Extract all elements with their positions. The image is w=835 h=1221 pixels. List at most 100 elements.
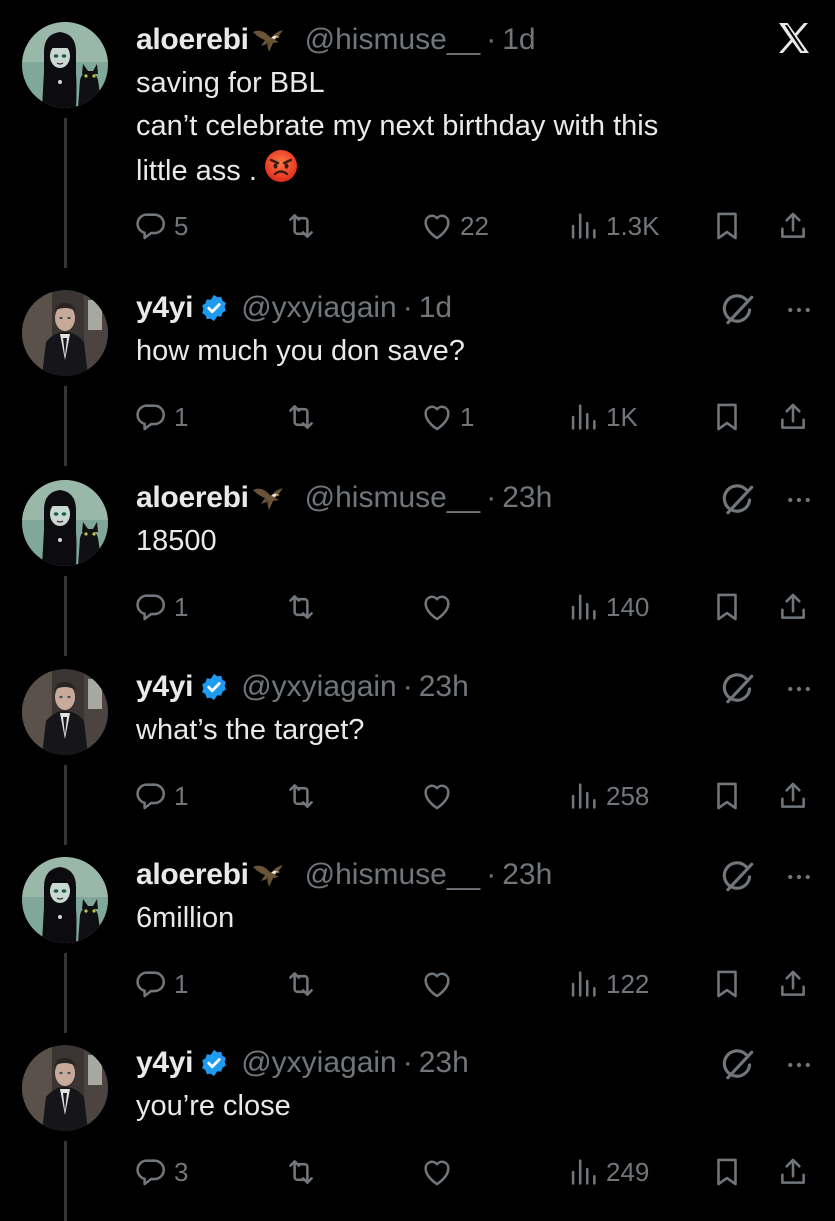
tweet-text-line: can’t celebrate my next birthday with th…: [136, 105, 776, 148]
reply-button[interactable]: 5: [134, 204, 188, 248]
display-name[interactable]: aloerebi: [136, 481, 249, 515]
more-icon[interactable]: [784, 485, 814, 515]
share-button[interactable]: [776, 395, 810, 439]
tweet-text: what’s the target?: [136, 709, 776, 752]
tweet-text-line: little ass .: [136, 148, 776, 197]
views-button[interactable]: 258: [566, 774, 649, 818]
more-icon[interactable]: [784, 862, 814, 892]
reply-count: 1: [174, 780, 189, 811]
tweet[interactable]: aloerebi @hismuse__ · 1dsaving for BBL can’…: [0, 0, 835, 268]
avatar[interactable]: [22, 290, 108, 376]
more-icon[interactable]: [784, 1050, 814, 1080]
tweet-text-content: 6million: [136, 902, 235, 934]
retweet-button[interactable]: [284, 1150, 324, 1194]
grok-icon[interactable]: [720, 858, 758, 896]
tweet-corner-actions: [720, 669, 814, 709]
views-count: 1.3K: [606, 210, 660, 241]
views-button[interactable]: 1.3K: [566, 204, 660, 248]
timestamp[interactable]: 23h: [419, 1046, 469, 1080]
share-button[interactable]: [776, 1150, 810, 1194]
views-button[interactable]: 249: [566, 1150, 649, 1194]
display-name[interactable]: y4yi: [136, 670, 194, 704]
bookmark-button[interactable]: [710, 395, 744, 439]
timestamp[interactable]: 23h: [419, 670, 469, 704]
share-button[interactable]: [776, 962, 810, 1006]
bookmark-button[interactable]: [710, 774, 744, 818]
like-button[interactable]: [420, 585, 460, 629]
tweet[interactable]: aloerebi @hismuse__ · 23h 6million 1 122: [0, 835, 835, 1033]
tweet-header: aloerebi @hismuse__ · 1d: [136, 20, 536, 60]
display-name[interactable]: aloerebi: [136, 23, 249, 57]
grok-icon[interactable]: [720, 291, 758, 329]
like-button[interactable]: 22: [420, 204, 489, 248]
retweet-icon: [284, 400, 318, 434]
grok-icon[interactable]: [720, 670, 758, 708]
share-button[interactable]: [776, 774, 810, 818]
handle[interactable]: @hismuse__: [305, 23, 481, 57]
grok-icon[interactable]: [720, 1046, 758, 1084]
tweet-text-line: 18500: [136, 520, 776, 563]
avatar[interactable]: [22, 22, 108, 108]
retweet-button[interactable]: [284, 774, 324, 818]
grok-icon[interactable]: [720, 481, 758, 519]
views-button[interactable]: 140: [566, 585, 649, 629]
views-icon: [566, 590, 600, 624]
tweet[interactable]: aloerebi @hismuse__ · 23h 18500 1 140: [0, 458, 835, 656]
like-button[interactable]: [420, 1150, 460, 1194]
views-button[interactable]: 1K: [566, 395, 638, 439]
retweet-button[interactable]: [284, 395, 324, 439]
more-icon[interactable]: [784, 295, 814, 325]
bookmark-button[interactable]: [710, 962, 744, 1006]
like-button[interactable]: [420, 774, 460, 818]
avatar[interactable]: [22, 669, 108, 755]
retweet-button[interactable]: [284, 585, 324, 629]
display-name[interactable]: y4yi: [136, 291, 194, 325]
handle[interactable]: @hismuse__: [305, 481, 481, 515]
more-icon[interactable]: [784, 674, 814, 704]
reply-button[interactable]: 1: [134, 962, 188, 1006]
bookmark-button[interactable]: [710, 1150, 744, 1194]
like-button[interactable]: [420, 962, 460, 1006]
retweet-button[interactable]: [284, 204, 324, 248]
tweet[interactable]: y4yi @yxyiagain · 1d how much you don save?…: [0, 268, 835, 466]
views-count: 1K: [606, 401, 638, 432]
like-icon: [420, 967, 454, 1001]
tweet-text-content: 18500: [136, 525, 217, 557]
tweet-header: aloerebi @hismuse__ · 23h: [136, 855, 552, 895]
angry-face-emoji-icon: [263, 148, 299, 197]
like-button[interactable]: 1: [420, 395, 474, 439]
retweet-button[interactable]: [284, 962, 324, 1006]
timestamp[interactable]: 23h: [502, 481, 552, 515]
avatar[interactable]: [22, 480, 108, 566]
tweet-text-content: saving for BBL: [136, 67, 325, 99]
views-button[interactable]: 122: [566, 962, 649, 1006]
share-button[interactable]: [776, 585, 810, 629]
tweet[interactable]: y4yi @yxyiagain · 23h you’re close 3 249: [0, 1023, 835, 1221]
x-logo-icon[interactable]: [774, 18, 814, 58]
avatar[interactable]: [22, 1045, 108, 1131]
handle[interactable]: @yxyiagain: [241, 670, 397, 704]
tweet-action-bar: 1 140: [0, 585, 835, 629]
tweet-text: you’re close: [136, 1085, 776, 1128]
reply-button[interactable]: 3: [134, 1150, 188, 1194]
reply-button[interactable]: 1: [134, 585, 188, 629]
timestamp[interactable]: 23h: [502, 858, 552, 892]
avatar[interactable]: [22, 857, 108, 943]
like-count: 22: [460, 210, 489, 241]
display-name[interactable]: y4yi: [136, 1046, 194, 1080]
tweet-text-content: how much you don save?: [136, 335, 465, 367]
handle[interactable]: @yxyiagain: [241, 1046, 397, 1080]
reply-button[interactable]: 1: [134, 395, 188, 439]
bookmark-button[interactable]: [710, 204, 744, 248]
handle[interactable]: @hismuse__: [305, 858, 481, 892]
bookmark-button[interactable]: [710, 585, 744, 629]
tweet[interactable]: y4yi @yxyiagain · 23h what’s the target? 1 25…: [0, 647, 835, 845]
reply-button[interactable]: 1: [134, 774, 188, 818]
tweet-corner-actions: [720, 290, 814, 330]
timestamp[interactable]: 1d: [419, 291, 452, 325]
handle[interactable]: @yxyiagain: [241, 291, 397, 325]
timestamp[interactable]: 1d: [502, 23, 535, 57]
share-button[interactable]: [776, 204, 810, 248]
reply-icon: [134, 1155, 168, 1189]
display-name[interactable]: aloerebi: [136, 858, 249, 892]
